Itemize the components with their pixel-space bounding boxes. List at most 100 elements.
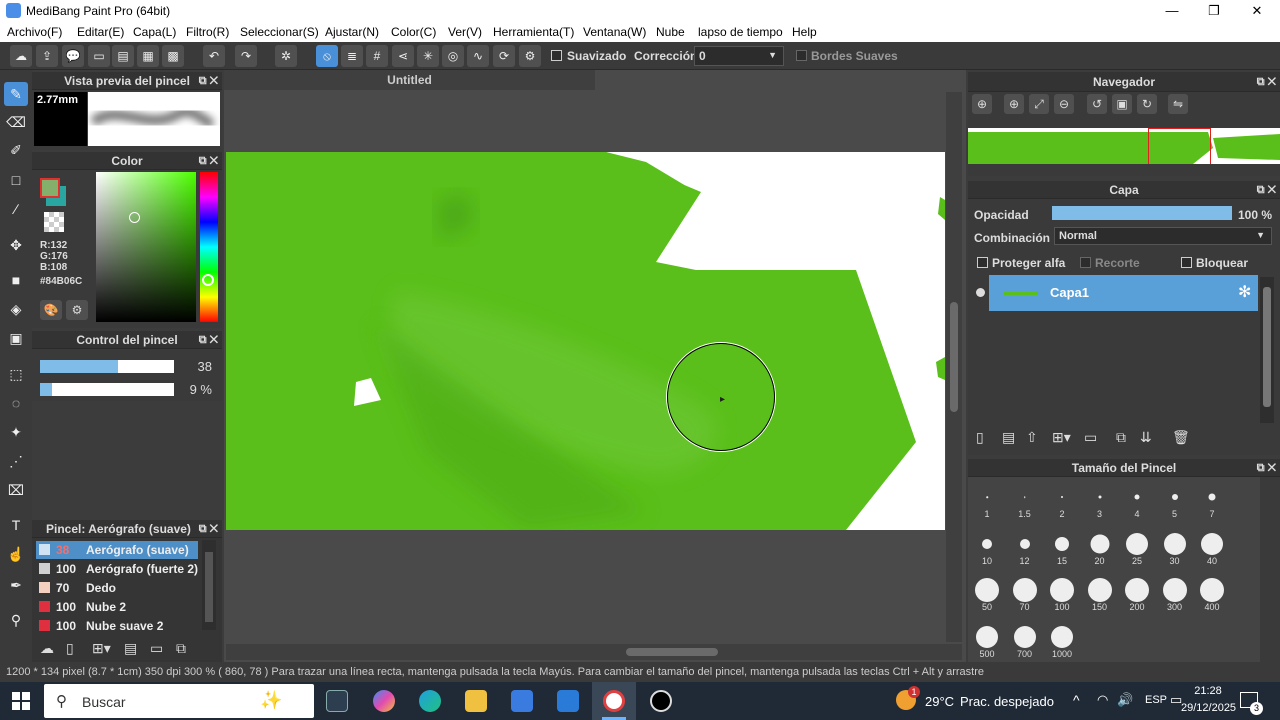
hand-tool-icon[interactable]: ⚲ xyxy=(4,608,28,632)
hue-slider[interactable] xyxy=(200,172,218,322)
brush-size-option[interactable]: 12 xyxy=(1008,526,1042,566)
brush-tool-icon[interactable]: ✎ xyxy=(4,82,28,106)
bordes-checkbox[interactable] xyxy=(796,50,807,61)
vertical-scrollbar[interactable] xyxy=(946,92,962,642)
restore-button[interactable]: ❐ xyxy=(1194,0,1234,22)
panel-controls[interactable]: ⧉ ✕ xyxy=(1257,72,1276,92)
add-layer-dropdown-icon[interactable]: ⊞▾ xyxy=(1052,429,1071,446)
duplicate-layer-icon[interactable]: ⧉ xyxy=(1116,429,1126,446)
magic-wand-icon[interactable]: ✦ xyxy=(4,420,28,444)
brush-size-option[interactable]: 700 xyxy=(1008,619,1042,659)
redo-icon[interactable]: ↷ xyxy=(235,45,257,67)
brush-size-option[interactable]: 70 xyxy=(1008,572,1042,612)
menu-lapso[interactable]: lapso de tiempo xyxy=(698,25,783,39)
menu-herramienta[interactable]: Herramienta(T) xyxy=(493,25,574,39)
snap-off-icon[interactable]: ⦸ xyxy=(316,45,338,67)
task-view-icon[interactable] xyxy=(326,690,348,712)
menu-ver[interactable]: Ver(V) xyxy=(448,25,482,39)
horizontal-scrollbar-thumb[interactable] xyxy=(626,648,718,656)
obs-icon[interactable] xyxy=(650,690,672,712)
color-picker-cursor[interactable] xyxy=(129,212,140,223)
brush-list-item[interactable]: 100 Nube suave 2 xyxy=(36,617,198,635)
windows-start-icon[interactable] xyxy=(12,692,30,710)
brush-size-option[interactable]: 1 xyxy=(970,479,1004,519)
edge-icon[interactable] xyxy=(419,690,441,712)
brush-settings-icon[interactable]: ▤ xyxy=(124,640,137,657)
pen-tool-icon[interactable]: ∕ xyxy=(4,197,28,221)
zoom-in-icon[interactable]: ⊕ xyxy=(972,94,992,114)
trash-icon[interactable]: 🗑 xyxy=(1172,429,1190,446)
brush-size-option[interactable]: 40 xyxy=(1195,526,1229,566)
select-eraser-icon[interactable]: ⌧ xyxy=(4,478,28,502)
brush-size-option[interactable]: 30 xyxy=(1158,526,1192,566)
lock-checkbox[interactable] xyxy=(1181,257,1192,268)
medibang-task-button[interactable] xyxy=(592,682,636,720)
curve-snap-icon[interactable]: ∿ xyxy=(467,45,489,67)
brush-size-option[interactable]: 50 xyxy=(970,572,1004,612)
brush-size-option[interactable]: 150 xyxy=(1083,572,1117,612)
brush-size-option[interactable]: 200 xyxy=(1120,572,1154,612)
transform-icon[interactable]: ✲ xyxy=(275,45,297,67)
rotate-right-icon[interactable]: ↻ xyxy=(1137,94,1157,114)
clock-time[interactable]: 21:28 xyxy=(1186,685,1230,697)
brush-list-item[interactable]: 100 Nube 2 xyxy=(36,598,198,616)
copilot-icon[interactable] xyxy=(373,690,395,712)
file-explorer-icon[interactable] xyxy=(465,690,487,712)
cloud-brush-icon[interactable]: ☁ xyxy=(40,640,54,657)
eraser-tool-icon[interactable]: ⌫ xyxy=(4,110,28,134)
rotate-left-icon[interactable]: ↺ xyxy=(1087,94,1107,114)
panel-controls[interactable]: ⧉ ✕ xyxy=(1257,181,1276,199)
close-button[interactable]: ✕ xyxy=(1237,0,1277,22)
brush-size-option[interactable]: 4 xyxy=(1120,479,1154,519)
transparent-swatch[interactable] xyxy=(44,212,64,232)
scrollbar-thumb[interactable] xyxy=(205,552,213,622)
protect-alpha-checkbox[interactable] xyxy=(977,257,988,268)
drawing-canvas[interactable]: ▸ xyxy=(226,152,945,530)
brush-size-option[interactable]: 1000 xyxy=(1045,619,1079,659)
rotate-snap-icon[interactable]: ⟳ xyxy=(493,45,515,67)
taskbar-search[interactable]: ⚲ Buscar ✨ xyxy=(44,684,314,718)
brush-size-option[interactable]: 25 xyxy=(1120,526,1154,566)
navigator-viewport[interactable] xyxy=(1148,128,1211,164)
menu-color[interactable]: Color(C) xyxy=(391,25,436,39)
panel-controls[interactable]: ⧉ ✕ xyxy=(199,152,218,170)
layer-scrollbar-thumb[interactable] xyxy=(1263,287,1271,407)
brush-list-scrollbar[interactable] xyxy=(202,540,216,630)
zoom-out-icon[interactable]: ⊖ xyxy=(1054,94,1074,114)
undo-icon[interactable]: ↶ xyxy=(203,45,225,67)
add-brush-icon[interactable]: ⊞▾ xyxy=(92,640,111,657)
new-layer-icon[interactable]: ▯ xyxy=(976,429,984,446)
menu-ajustar[interactable]: Ajustar(N) xyxy=(325,25,379,39)
move-tool-icon[interactable]: ✥ xyxy=(4,233,28,257)
merge-layer-icon[interactable]: ⇊ xyxy=(1140,429,1152,446)
menu-capa[interactable]: Capa(L) xyxy=(133,25,176,39)
dot-eraser-icon[interactable]: ✐ xyxy=(4,138,28,162)
volume-icon[interactable]: 🔊 xyxy=(1117,692,1133,708)
brush-size-option[interactable]: 400 xyxy=(1195,572,1229,612)
fit-icon[interactable]: ⤢ xyxy=(1029,94,1049,114)
brush-size-option[interactable]: 300 xyxy=(1158,572,1192,612)
grid-layout-icon[interactable]: ▩ xyxy=(162,45,184,67)
menu-nube[interactable]: Nube xyxy=(656,25,685,39)
language-indicator[interactable]: ESP xyxy=(1145,694,1167,706)
perspective-snap-icon[interactable]: ⋖ xyxy=(392,45,414,67)
layer-menu-icon[interactable]: ▤ xyxy=(1002,429,1015,446)
operation-tool-icon[interactable]: ☝ xyxy=(4,542,28,566)
layer-opacity-slider[interactable] xyxy=(1052,206,1232,220)
menu-seleccionar[interactable]: Seleccionar(S) xyxy=(240,25,319,39)
wifi-icon[interactable]: ◠ xyxy=(1097,692,1108,708)
eye-icon[interactable] xyxy=(976,288,985,297)
brush-list-item[interactable]: 38 Aerógrafo (suave) xyxy=(36,541,198,559)
panel-controls[interactable]: ⧉ ✕ xyxy=(199,520,218,538)
brush-size-option[interactable]: 1.5 xyxy=(1008,479,1042,519)
brush-size-value[interactable]: 38 xyxy=(179,359,212,374)
brush-size-slider[interactable] xyxy=(40,360,174,373)
brush-list-item[interactable]: 100 Aerógrafo (fuerte 2) xyxy=(36,560,198,578)
mail-icon[interactable] xyxy=(557,690,579,712)
fit-screen-icon[interactable]: ▣ xyxy=(1112,94,1132,114)
gradient-tool-icon[interactable]: ▣ xyxy=(4,326,28,350)
parallel-snap-icon[interactable]: ≣ xyxy=(341,45,363,67)
layer-scrollbar[interactable] xyxy=(1260,277,1274,423)
brush-list-item[interactable]: 70 Dedo xyxy=(36,579,198,597)
grid-snap-icon[interactable]: # xyxy=(366,45,388,67)
